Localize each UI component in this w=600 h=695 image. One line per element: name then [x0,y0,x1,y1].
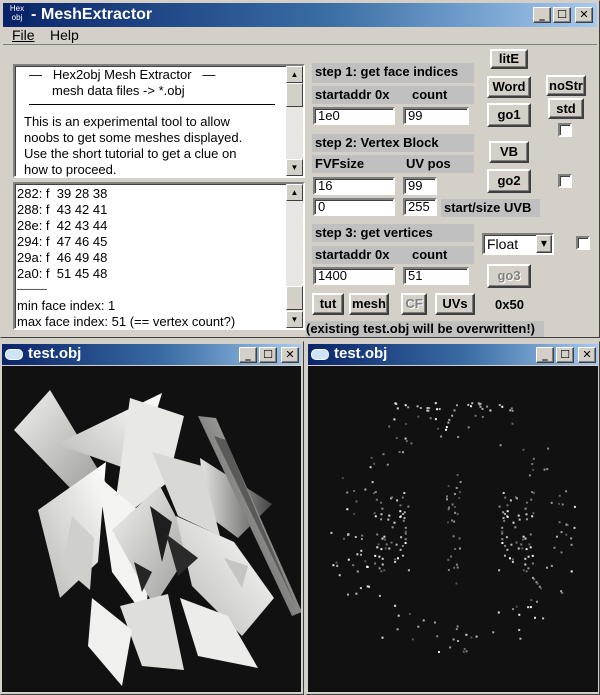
step1-count-input[interactable]: 99 [403,107,469,125]
log-line: 28e: f 42 43 44 [17,218,108,233]
maximize-button[interactable]: ☐ [259,347,277,363]
menu-file[interactable]: File [12,27,35,43]
tut-button[interactable]: tut [312,293,344,315]
log-line: 294: f 47 46 45 [17,234,108,249]
log-line: ——— [17,284,47,295]
scroll-up-icon[interactable]: ▲ [286,66,303,83]
app-icon [311,349,329,360]
cf-button[interactable]: CF [401,293,427,315]
minimize-button[interactable]: _ [533,7,551,23]
menu-bar: File Help [3,27,597,45]
viewer-left-title: test.obj [28,345,82,362]
go1-button[interactable]: go1 [487,103,531,127]
point-cloud-render [330,402,576,653]
info-divider [29,104,275,105]
step3-count-input[interactable]: 51 [403,267,469,285]
step3-col2-label: count [412,247,448,262]
mesh-button[interactable]: mesh [349,293,389,315]
viewer-left-titlebar[interactable]: test.obj _ ☐ ✕ [2,344,301,365]
float-select-value: Float [487,236,519,252]
overwrite-warning: (existing test.obj will be overwritten!) [306,321,544,337]
log-line: 282: f 39 28 38 [17,186,108,201]
mesh-viewport-points[interactable] [308,366,598,692]
maximize-button[interactable]: ☐ [556,347,574,363]
scroll-up-icon[interactable]: ▲ [286,184,303,201]
nostr-button[interactable]: noStr [546,75,586,96]
menu-help[interactable]: Help [50,27,79,43]
step2-title: step 2: Vertex Block [312,134,474,152]
step2-col2-label: UV pos [406,156,451,171]
lite-button[interactable]: litE [490,49,528,69]
info-scrollbar[interactable]: ▲ ▼ [286,66,303,176]
uvb-label: start/size UVB [441,199,540,217]
info-body: This is an experimental tool to allow no… [24,114,243,177]
main-titlebar[interactable]: Hex obj - MeshExtractor _ ☐ ✕ [3,3,597,27]
log-line: max face index: 51 (== vertex count?) [17,314,236,329]
minimize-button[interactable]: _ [536,347,554,363]
maximize-button[interactable]: ☐ [553,7,571,23]
size-readout: 0x50 [495,297,524,312]
go2-checkbox[interactable] [558,174,572,188]
log-line: 288: f 43 42 41 [17,202,108,217]
close-button[interactable]: ✕ [281,347,299,363]
uvs-button[interactable]: UVs [435,293,475,315]
scroll-down-icon[interactable]: ▼ [286,311,303,328]
close-button[interactable]: ✕ [575,7,593,23]
minimize-button[interactable]: _ [239,347,257,363]
step1-col2-label: count [412,87,448,102]
step3-col1-label: startaddr 0x [312,246,474,264]
uvb-start-input[interactable]: 0 [313,198,395,216]
info-textbox[interactable]: — Hex2obj Mesh Extractor — mesh data fil… [13,64,305,178]
uvb-size-input[interactable]: 255 [403,198,437,216]
app-logo: Hex obj [5,4,29,26]
step1-startaddr-input[interactable]: 1e0 [313,107,395,125]
float-select[interactable]: Float ▼ [482,233,554,255]
log-lines: 282: f 39 28 38 288: f 43 42 41 28e: f 4… [17,186,235,330]
shaded-mesh-render [14,390,301,686]
std-checkbox[interactable] [558,123,572,137]
info-heading: — Hex2obj Mesh Extractor — [29,67,216,82]
float-checkbox[interactable] [576,236,590,250]
viewer-right-title: test.obj [334,345,388,362]
step1-col1-label: startaddr 0x [312,86,474,104]
log-line: min face index: 1 [17,298,116,313]
title-dash: - [31,6,37,23]
vb-button[interactable]: VB [489,141,529,163]
chevron-down-icon[interactable]: ▼ [536,235,552,253]
uvpos-input[interactable]: 99 [403,177,437,195]
log-scrollbar[interactable]: ▲ ▼ [286,184,303,328]
close-button[interactable]: ✕ [578,347,596,363]
step3-startaddr-input[interactable]: 1400 [313,267,395,285]
info-subheading: mesh data files -> *.obj [52,83,185,98]
go3-button[interactable]: go3 [487,264,531,288]
mesh-viewport-shaded[interactable] [2,366,301,692]
log-line: 29a: f 46 49 48 [17,250,108,265]
viewer-right-titlebar[interactable]: test.obj _ ☐ ✕ [308,344,598,365]
log-line: 2a0: f 51 45 48 [17,266,108,281]
log-textbox[interactable]: 282: f 39 28 38 288: f 43 42 41 28e: f 4… [13,182,305,330]
word-button[interactable]: Word [487,76,531,98]
scroll-down-icon[interactable]: ▼ [286,159,303,176]
std-button[interactable]: std [548,98,584,119]
step3-title: step 3: get vertices [312,224,474,242]
app-icon [5,349,23,360]
scroll-thumb[interactable] [286,286,303,310]
go2-button[interactable]: go2 [487,169,531,193]
step1-title: step 1: get face indices [312,63,474,83]
window-title: MeshExtractor [41,6,153,23]
fvfsize-input[interactable]: 16 [313,177,395,195]
scroll-thumb[interactable] [286,83,303,107]
